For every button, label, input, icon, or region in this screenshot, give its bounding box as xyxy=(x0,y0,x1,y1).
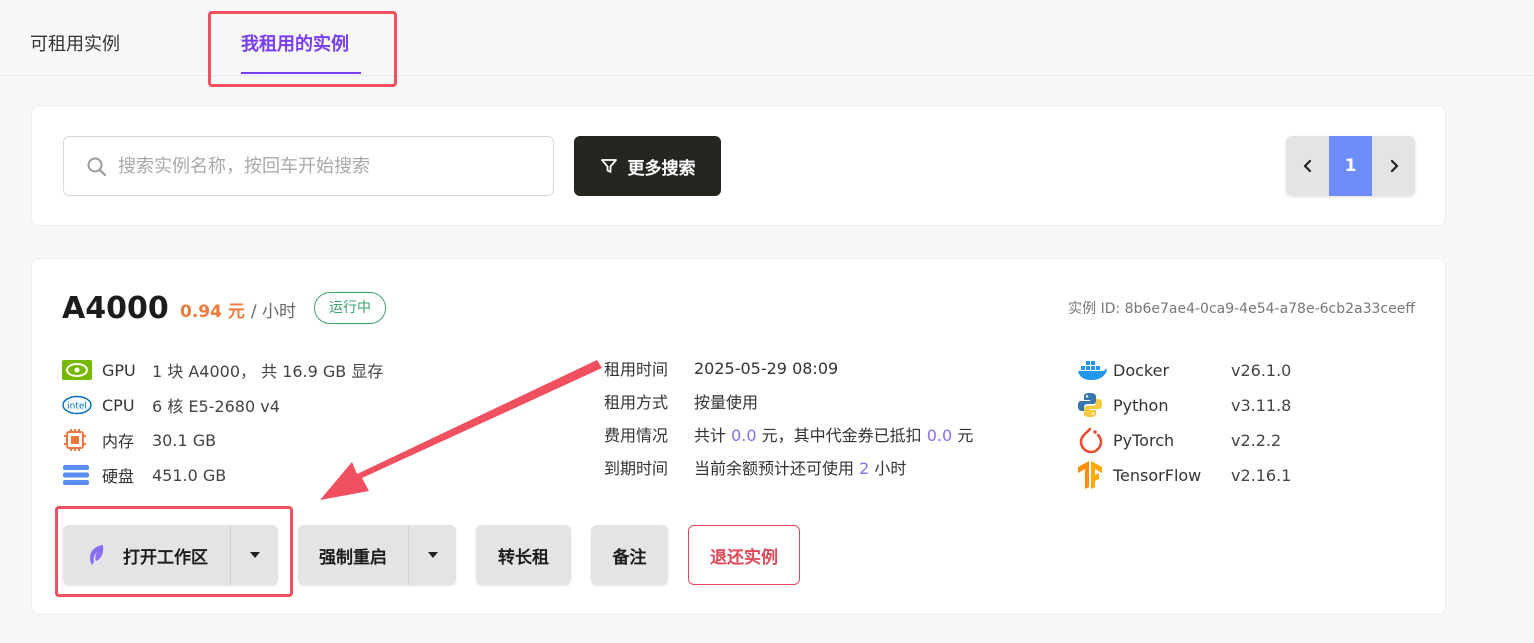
spec-value: 6 核 E5-2680 v4 xyxy=(152,397,280,416)
software-version: v2.16.1 xyxy=(1231,465,1292,485)
spec-label: 内存 xyxy=(102,432,135,451)
software-name: Python xyxy=(1113,395,1169,415)
note-button[interactable]: 备注 xyxy=(591,525,668,585)
cost-prefix: 共计 xyxy=(694,426,727,445)
svg-text:intel: intel xyxy=(67,402,87,412)
open-workspace-label: 打开工作区 xyxy=(123,547,208,568)
software-name: TensorFlow xyxy=(1113,465,1202,485)
force-restart-button[interactable]: 强制重启 xyxy=(298,525,408,585)
info-value: 按量使用 xyxy=(694,393,759,412)
spec-value: 30.1 GB xyxy=(152,430,217,450)
software-version: v26.1.0 xyxy=(1231,360,1292,380)
software-pytorch: PyTorch v2.2.2 xyxy=(1077,426,1281,454)
long-term-rent-button[interactable]: 转长租 xyxy=(476,525,571,585)
chevron-left-icon xyxy=(1303,159,1311,173)
pagination-next-button[interactable] xyxy=(1372,136,1415,196)
search-panel: 更多搜索 1 xyxy=(31,105,1446,226)
software-version: v3.11.8 xyxy=(1231,395,1292,415)
info-value: 2025-05-29 08:09 xyxy=(694,358,839,378)
tensorflow-icon xyxy=(1077,460,1113,490)
software-tensorflow: TensorFlow v2.16.1 xyxy=(1077,461,1291,489)
force-restart-button-group: 强制重启 xyxy=(298,525,456,585)
info-label: 到期时间 xyxy=(604,459,669,478)
open-workspace-dropdown[interactable] xyxy=(230,525,278,585)
spec-memory: 内存 30.1 GB xyxy=(62,427,216,453)
price-value: 0.94 元 xyxy=(180,302,245,322)
expire-suffix: 小时 xyxy=(874,459,907,478)
info-rent-time: 租用时间 2025-05-29 08:09 xyxy=(604,355,838,381)
info-label: 费用情况 xyxy=(604,426,669,445)
nvidia-icon xyxy=(62,357,92,383)
spec-label: CPU xyxy=(102,395,135,415)
memory-chip-icon xyxy=(62,427,92,453)
info-label: 租用方式 xyxy=(604,393,669,412)
info-cost: 费用情况 共计 0.0 元，其中代金券已抵扣 0.0 元 xyxy=(604,421,973,447)
force-restart-dropdown[interactable] xyxy=(408,525,456,585)
filter-icon xyxy=(600,159,617,173)
search-icon xyxy=(87,157,107,177)
open-workspace-button-group: 打开工作区 xyxy=(63,525,278,585)
feather-icon xyxy=(90,545,104,565)
more-search-button[interactable]: 更多搜索 xyxy=(574,136,721,196)
intel-icon: intel xyxy=(62,392,92,418)
software-name: Docker xyxy=(1113,360,1170,380)
spec-cpu: intel CPU 6 核 E5-2680 v4 xyxy=(62,392,280,418)
search-input[interactable] xyxy=(118,137,538,195)
instance-price: 0.94 元 / 小时 xyxy=(180,297,296,322)
force-restart-label: 强制重启 xyxy=(319,547,387,568)
cost-total: 0.0 xyxy=(731,426,757,445)
instance-card: A4000 0.94 元 / 小时 运行中 实例 ID: 8b6e7ae4-0c… xyxy=(31,258,1446,615)
long-term-rent-label: 转长租 xyxy=(498,547,549,568)
software-python: Python v3.11.8 xyxy=(1077,391,1291,419)
software-version: v2.2.2 xyxy=(1231,430,1282,450)
return-instance-label: 退还实例 xyxy=(710,547,778,568)
info-value: 当前余额预计还可使用 2 小时 xyxy=(694,455,906,479)
info-rent-mode: 租用方式 按量使用 xyxy=(604,388,758,414)
pytorch-icon xyxy=(1077,426,1113,454)
tab-bar: 可租用实例 我租用的实例 xyxy=(0,0,1534,76)
caret-down-icon xyxy=(249,552,260,558)
status-badge: 运行中 xyxy=(314,292,386,324)
info-expire: 到期时间 当前余额预计还可使用 2 小时 xyxy=(604,454,906,480)
python-icon xyxy=(1077,392,1113,418)
expire-hours: 2 xyxy=(859,459,870,478)
tab-my-instances[interactable]: 我租用的实例 xyxy=(241,28,361,74)
return-instance-button[interactable]: 退还实例 xyxy=(688,525,800,585)
disk-icon xyxy=(62,462,92,488)
cost-suffix: 元 xyxy=(957,426,974,445)
cost-voucher: 0.0 xyxy=(926,426,953,445)
spec-disk: 硬盘 451.0 GB xyxy=(62,462,226,488)
more-search-label: 更多搜索 xyxy=(627,158,696,179)
info-value: 共计 0.0 元，其中代金券已抵扣 0.0 元 xyxy=(694,422,973,446)
info-label: 租用时间 xyxy=(604,360,669,379)
spec-gpu: GPU 1 块 A4000， 共 16.9 GB 显存 xyxy=(62,357,383,383)
software-name: PyTorch xyxy=(1113,430,1175,450)
docker-icon xyxy=(1077,359,1113,381)
software-docker: Docker v26.1.0 xyxy=(1077,356,1291,384)
pagination-prev-button[interactable] xyxy=(1286,136,1329,196)
cost-mid: 元，其中代金券已抵扣 xyxy=(761,426,922,445)
note-label: 备注 xyxy=(612,547,647,568)
price-unit: / 小时 xyxy=(250,302,297,322)
spec-value: 1 块 A4000， 共 16.9 GB 显存 xyxy=(152,362,384,381)
open-workspace-button[interactable]: 打开工作区 xyxy=(63,525,230,585)
spec-value: 451.0 GB xyxy=(152,465,227,485)
pagination-page-current[interactable]: 1 xyxy=(1329,136,1372,196)
pagination: 1 xyxy=(1286,136,1415,196)
instance-gpu-name: A4000 xyxy=(62,291,169,326)
expire-prefix: 当前余额预计还可使用 xyxy=(694,459,855,478)
caret-down-icon xyxy=(427,552,438,558)
spec-label: 硬盘 xyxy=(102,467,135,486)
search-box[interactable] xyxy=(63,136,554,196)
instance-id: 实例 ID: 8b6e7ae4-0ca9-4e54-a78e-6cb2a33ce… xyxy=(1068,301,1415,317)
tab-rentable-instances[interactable]: 可租用实例 xyxy=(30,28,120,74)
chevron-right-icon xyxy=(1390,159,1398,173)
spec-label: GPU xyxy=(102,360,136,380)
